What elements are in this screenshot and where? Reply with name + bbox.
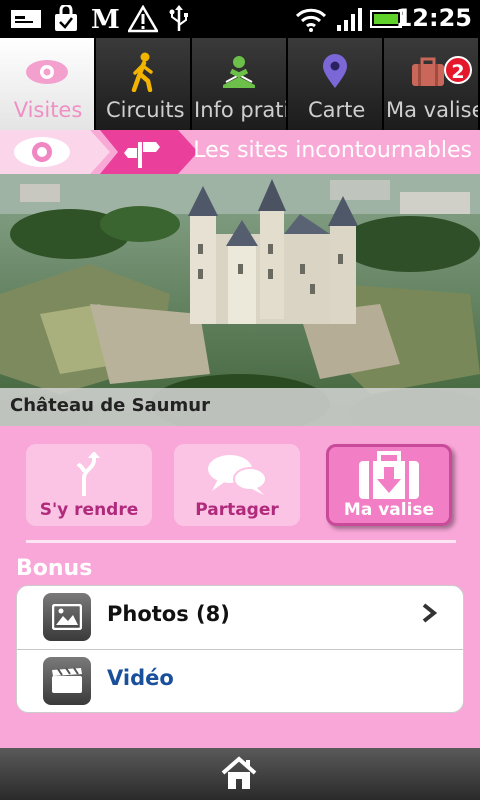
directions-button[interactable]: S'y rendre xyxy=(26,444,152,526)
photo-icon xyxy=(43,593,91,641)
video-row[interactable]: Vidéo xyxy=(17,650,463,712)
shopping-bag-icon xyxy=(50,5,82,33)
chevron-right-icon xyxy=(421,602,438,630)
photos-row[interactable]: Photos (8) xyxy=(17,586,463,649)
hero-photo[interactable]: Château de Saumur xyxy=(0,174,480,426)
map-pin-icon xyxy=(288,52,382,92)
tab-label: Ma valise xyxy=(386,98,480,122)
usb-icon xyxy=(166,5,192,33)
eye-icon xyxy=(0,52,94,92)
action-label: Ma valise xyxy=(343,500,435,520)
tab-label: Visites xyxy=(13,98,83,122)
bonus-title: Bonus xyxy=(16,556,93,581)
photo-caption: Château de Saumur xyxy=(0,388,480,426)
tab-carte[interactable]: Carte xyxy=(288,38,384,130)
message-icon xyxy=(8,5,44,33)
walking-person-icon xyxy=(96,52,190,92)
tab-visites[interactable]: Visites xyxy=(0,38,96,130)
tab-label: Carte xyxy=(308,98,366,122)
video-label: Vidéo xyxy=(107,666,174,690)
suitcase-add-icon xyxy=(326,451,452,499)
clock: 12:25 xyxy=(395,4,472,32)
section-header: Les sites incontournables xyxy=(0,130,480,174)
svg-text:M: M xyxy=(91,5,120,33)
home-icon xyxy=(221,756,257,789)
le-monde-logo-icon: M xyxy=(88,5,122,33)
divider xyxy=(26,540,456,543)
tab-bar: Visites Circuits Info pratiques Carte 2 … xyxy=(0,38,480,130)
caption-text: Château de Saumur xyxy=(10,395,210,416)
tab-label: Info pratiques xyxy=(194,98,286,122)
add-to-suitcase-button[interactable]: Ma valise xyxy=(326,444,452,526)
eye-icon xyxy=(14,137,70,167)
status-bar: M 12:25 xyxy=(0,0,480,38)
action-buttons: S'y rendre Partager Ma valise xyxy=(0,426,480,546)
bonus-list: Photos (8) Vidéo xyxy=(16,585,464,713)
tab-badge: 2 xyxy=(444,56,472,84)
action-label: S'y rendre xyxy=(39,500,139,520)
video-clapper-icon xyxy=(43,657,91,705)
info-reader-icon xyxy=(192,52,286,92)
tab-ma-valise[interactable]: 2 Ma valise xyxy=(384,38,480,130)
tab-label: Circuits xyxy=(106,98,185,122)
chat-bubbles-icon xyxy=(174,452,300,498)
action-label: Partager xyxy=(195,500,279,520)
tab-info-pratiques[interactable]: Info pratiques xyxy=(192,38,288,130)
signal-icon xyxy=(334,5,364,33)
section-title: Les sites incontournables xyxy=(193,138,472,163)
tab-circuits[interactable]: Circuits xyxy=(96,38,192,130)
photos-label: Photos (8) xyxy=(107,602,230,626)
home-button[interactable] xyxy=(220,756,258,792)
bottom-bar xyxy=(0,748,480,800)
directions-icon xyxy=(26,452,152,498)
breadcrumb xyxy=(0,130,198,174)
warning-icon xyxy=(126,5,160,33)
wifi-icon xyxy=(294,5,328,33)
share-button[interactable]: Partager xyxy=(174,444,300,526)
